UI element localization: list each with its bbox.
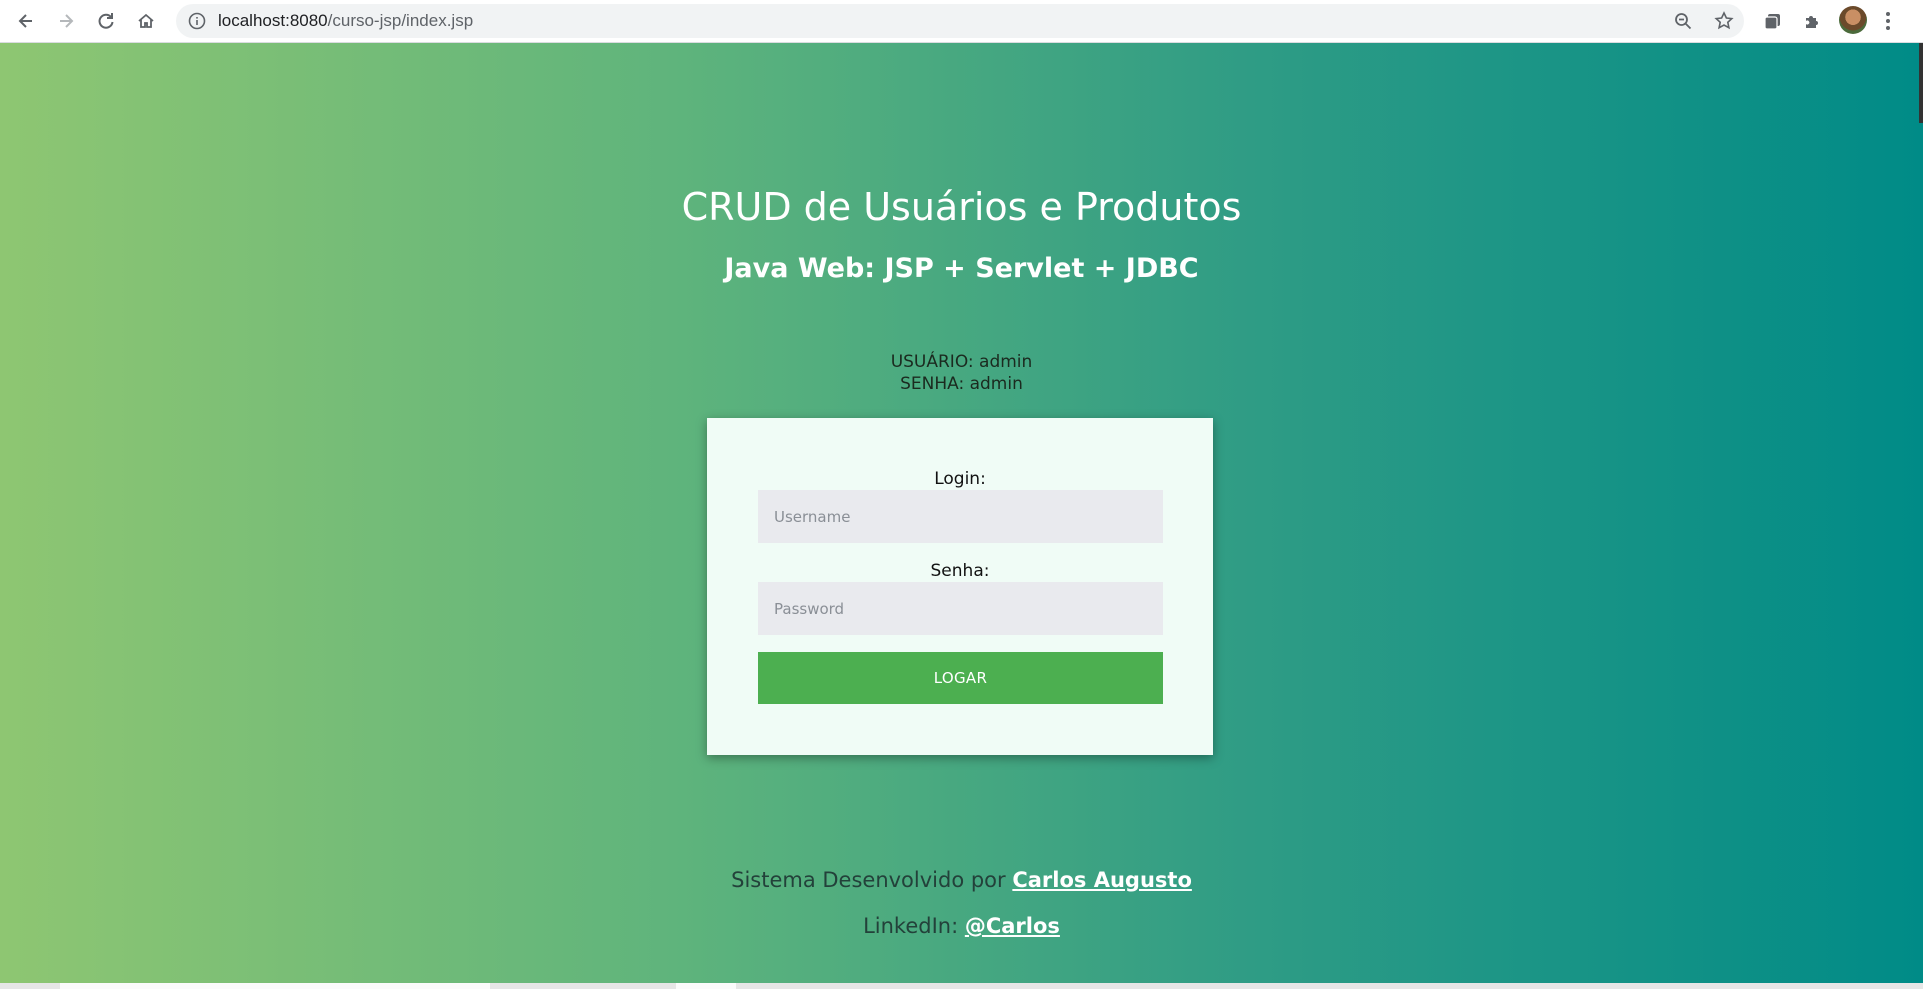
- vertical-scrollbar[interactable]: [1919, 43, 1923, 123]
- footer-linkedin-prefix: LinkedIn:: [863, 914, 965, 938]
- username-input[interactable]: [758, 490, 1163, 543]
- url-text: localhost:8080/curso-jsp/index.jsp: [218, 11, 474, 30]
- developer-link[interactable]: Carlos Augusto: [1012, 868, 1192, 892]
- password-input[interactable]: [758, 582, 1163, 635]
- footer-developer-prefix: Sistema Desenvolvido por: [731, 868, 1013, 892]
- home-icon[interactable]: [130, 5, 162, 37]
- login-label: Login:: [934, 469, 986, 489]
- credentials-password: SENHA: admin: [900, 374, 1023, 394]
- horizontal-scrollbar[interactable]: [0, 983, 1923, 989]
- tab-search-icon[interactable]: [1763, 11, 1783, 36]
- login-button[interactable]: LOGAR: [758, 652, 1163, 704]
- page-subtitle: Java Web: JSP + Servlet + JDBC: [724, 253, 1199, 284]
- footer-linkedin: LinkedIn: @Carlos: [0, 914, 1923, 938]
- profile-avatar-icon[interactable]: [1839, 6, 1867, 34]
- forward-arrow-icon[interactable]: [50, 5, 82, 37]
- browser-toolbar: localhost:8080/curso-jsp/index.jsp: [0, 0, 1923, 43]
- back-arrow-icon[interactable]: [10, 5, 42, 37]
- login-card: Login: Senha: LOGAR: [707, 418, 1213, 755]
- menu-dots-icon[interactable]: [1885, 10, 1891, 37]
- extensions-icon[interactable]: [1803, 11, 1823, 36]
- horizontal-scrollbar-thumb[interactable]: [60, 983, 490, 989]
- reload-icon[interactable]: [90, 5, 122, 37]
- star-icon[interactable]: [1714, 11, 1734, 36]
- zoom-out-icon[interactable]: [1674, 12, 1692, 35]
- horizontal-scrollbar-segment: [676, 983, 736, 989]
- address-bar[interactable]: localhost:8080/curso-jsp/index.jsp: [176, 4, 1744, 38]
- footer-developer: Sistema Desenvolvido por Carlos Augusto: [0, 868, 1923, 892]
- password-label: Senha:: [930, 561, 990, 581]
- credentials-user: USUÁRIO: admin: [890, 352, 1033, 372]
- page-title: CRUD de Usuários e Produtos: [681, 185, 1242, 229]
- info-icon[interactable]: [188, 12, 206, 35]
- linkedin-link[interactable]: @Carlos: [965, 914, 1060, 938]
